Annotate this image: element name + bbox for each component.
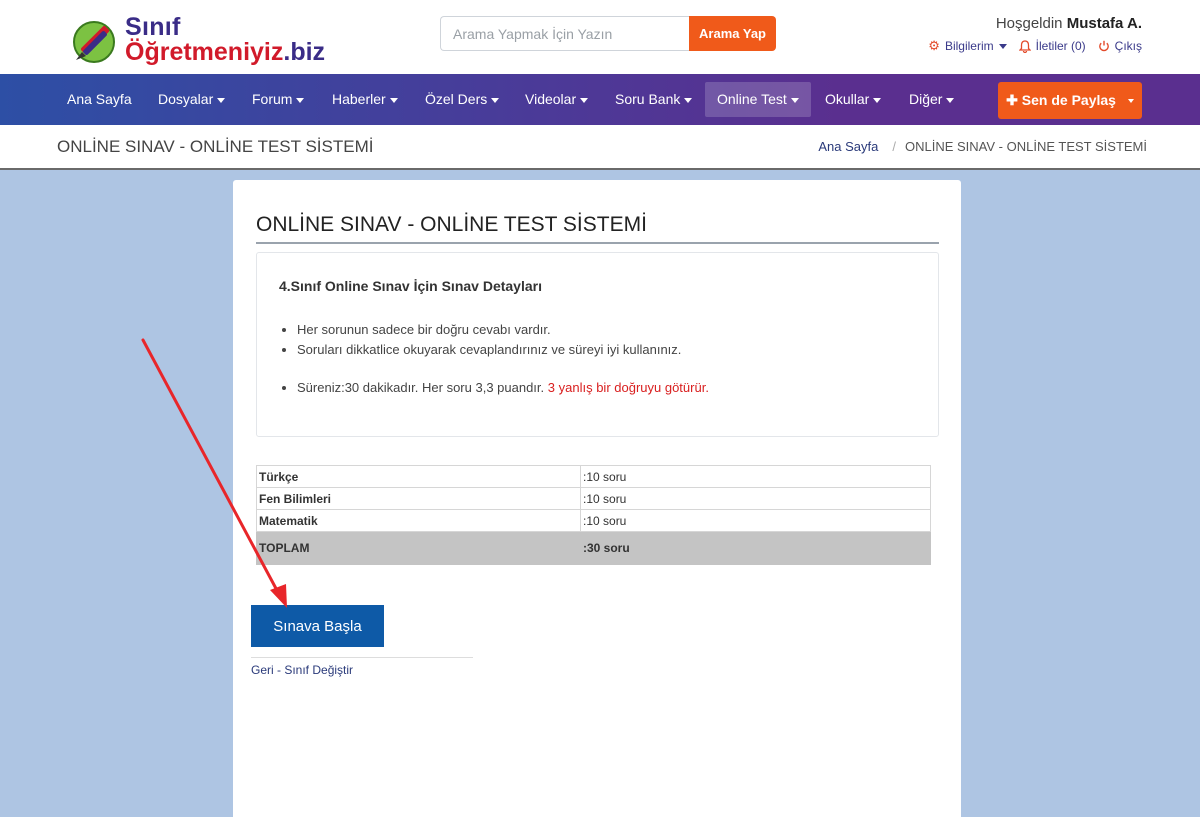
breadcrumb: Ana Sayfa / ONLİNE SINAV - ONLİNE TEST SİS… <box>818 139 1147 154</box>
penalty-text: 3 yanlış bir doğruyu götürür. <box>547 380 709 395</box>
logo-line2: Öğretmeniyiz.biz <box>125 38 325 67</box>
exam-rules-list: Her sorunun sadece bir doğru cevabı vard… <box>297 320 709 398</box>
subject-cell: Fen Bilimleri <box>256 487 581 510</box>
page-heading: ONLİNE SINAV - ONLİNE TEST SİSTEMİ <box>57 137 374 156</box>
nav-other-label: Diğer <box>909 91 943 107</box>
nav-files-label: Dosyalar <box>158 91 214 107</box>
breadcrumb-separator: / <box>892 139 896 154</box>
nav-videos-label: Videolar <box>525 91 577 107</box>
chevron-down-icon <box>217 97 226 103</box>
duration-rule: Süreniz:30 dakikadır. Her soru 3,3 puand… <box>297 378 709 398</box>
search-input[interactable] <box>440 16 690 51</box>
pencil-logo-icon <box>73 21 115 63</box>
chevron-down-icon <box>580 97 589 103</box>
table-row: Fen Bilimleri :10 soru <box>256 487 931 510</box>
header: Sınıf Öğretmeniyiz.biz Arama Yap Hoşgeld… <box>0 0 1200 74</box>
nav-news[interactable]: Haberler <box>320 82 410 117</box>
duration-text: Süreniz:30 dakikadır. Her soru 3,3 puand… <box>297 380 545 395</box>
table-row: Matematik :10 soru <box>256 509 931 532</box>
nav-schools-label: Okullar <box>825 91 870 107</box>
nav-question-bank[interactable]: Soru Bank <box>603 82 704 117</box>
nav-files[interactable]: Dosyalar <box>146 82 237 117</box>
profile-label: Bilgilerim <box>944 39 994 53</box>
gear-icon: ⚙ <box>928 38 940 53</box>
welcome-text: Hoşgeldin Mustafa A. <box>996 15 1142 32</box>
count-cell: :10 soru <box>580 487 931 510</box>
logout-link[interactable]: Çıkış <box>1098 39 1142 53</box>
profile-menu[interactable]: ⚙ Bilgilerim <box>928 38 1007 54</box>
exam-details-title: 4.Sınıf Online Sınav İçin Sınav Detaylar… <box>279 278 542 294</box>
user-name: Mustafa A. <box>1066 15 1142 32</box>
logo-name: Öğretmeniyiz <box>125 38 284 66</box>
total-label: TOPLAM <box>256 531 581 565</box>
start-exam-button[interactable]: Sınava Başla <box>251 605 384 647</box>
site-logo[interactable]: Sınıf Öğretmeniyiz.biz <box>68 12 328 68</box>
search-bar: Arama Yap <box>440 16 776 51</box>
chevron-down-icon <box>998 43 1007 49</box>
search-button[interactable]: Arama Yap <box>689 16 776 51</box>
messages-link[interactable]: İletiler (0) <box>1018 39 1086 53</box>
nav-forum[interactable]: Forum <box>240 82 316 117</box>
nav-forum-label: Forum <box>252 91 293 107</box>
logout-label: Çıkış <box>1114 39 1142 53</box>
nav-other[interactable]: Diğer <box>897 82 966 117</box>
share-button[interactable]: ✚ Sen de Paylaş <box>998 82 1142 119</box>
chevron-down-icon <box>296 97 305 103</box>
back-link-wrap: Geri - Sınıf Değiştir <box>251 657 473 679</box>
count-cell: :10 soru <box>580 465 931 488</box>
card-title: ONLİNE SINAV - ONLİNE TEST SİSTEMİ <box>256 213 939 244</box>
main-nav: Ana Sayfa Dosyalar Forum Haberler Özel D… <box>0 74 1200 125</box>
greeting: Hoşgeldin <box>995 15 1063 32</box>
question-count-table: Türkçe :10 soru Fen Bilimleri :10 soru M… <box>256 465 931 565</box>
nav-question-bank-label: Soru Bank <box>615 91 681 107</box>
chevron-down-icon <box>873 97 882 103</box>
chevron-down-icon <box>491 97 500 103</box>
table-row: Türkçe :10 soru <box>256 465 931 488</box>
chevron-down-icon <box>684 97 693 103</box>
nav-private-lesson-label: Özel Ders <box>425 91 488 107</box>
count-cell: :10 soru <box>580 509 931 532</box>
subject-cell: Türkçe <box>256 465 581 488</box>
total-row: TOPLAM :30 soru <box>256 531 931 565</box>
nav-online-test[interactable]: Online Test <box>705 82 811 117</box>
nav-videos[interactable]: Videolar <box>513 82 600 117</box>
power-icon <box>1098 40 1109 52</box>
bell-icon <box>1018 39 1031 53</box>
messages-label: İletiler (0) <box>1035 39 1086 53</box>
exam-card: ONLİNE SINAV - ONLİNE TEST SİSTEMİ 4.Sın… <box>233 180 961 817</box>
breadcrumb-home-link[interactable]: Ana Sayfa <box>818 139 878 154</box>
breadcrumb-current: ONLİNE SINAV - ONLİNE TEST SİSTEMİ <box>905 139 1147 154</box>
share-label: Sen de Paylaş <box>1021 92 1116 108</box>
user-menu: ⚙ Bilgilerim İletiler (0) Çıkış <box>928 38 1142 54</box>
exam-details-panel: 4.Sınıf Online Sınav İçin Sınav Detaylar… <box>256 252 939 437</box>
logo-tld: .biz <box>283 38 326 66</box>
back-change-class-link[interactable]: Geri - Sınıf Değiştir <box>251 663 353 677</box>
chevron-down-icon <box>946 97 955 103</box>
nav-schools[interactable]: Okullar <box>813 82 893 117</box>
subject-cell: Matematik <box>256 509 581 532</box>
plus-icon: ✚ <box>1006 92 1018 108</box>
rule-item: Her sorunun sadece bir doğru cevabı vard… <box>297 320 709 340</box>
total-count: :30 soru <box>580 531 931 565</box>
nav-home-label: Ana Sayfa <box>67 91 132 107</box>
chevron-down-icon <box>389 97 398 103</box>
chevron-down-icon <box>790 97 799 103</box>
breadcrumb-bar: ONLİNE SINAV - ONLİNE TEST SİSTEMİ Ana S… <box>0 125 1200 170</box>
chevron-down-icon <box>1127 99 1134 104</box>
nav-news-label: Haberler <box>332 91 386 107</box>
nav-online-test-label: Online Test <box>717 91 787 107</box>
nav-private-lesson[interactable]: Özel Ders <box>413 82 511 117</box>
rule-item: Soruları dikkatlice okuyarak cevaplandır… <box>297 340 709 360</box>
nav-home[interactable]: Ana Sayfa <box>55 82 144 117</box>
